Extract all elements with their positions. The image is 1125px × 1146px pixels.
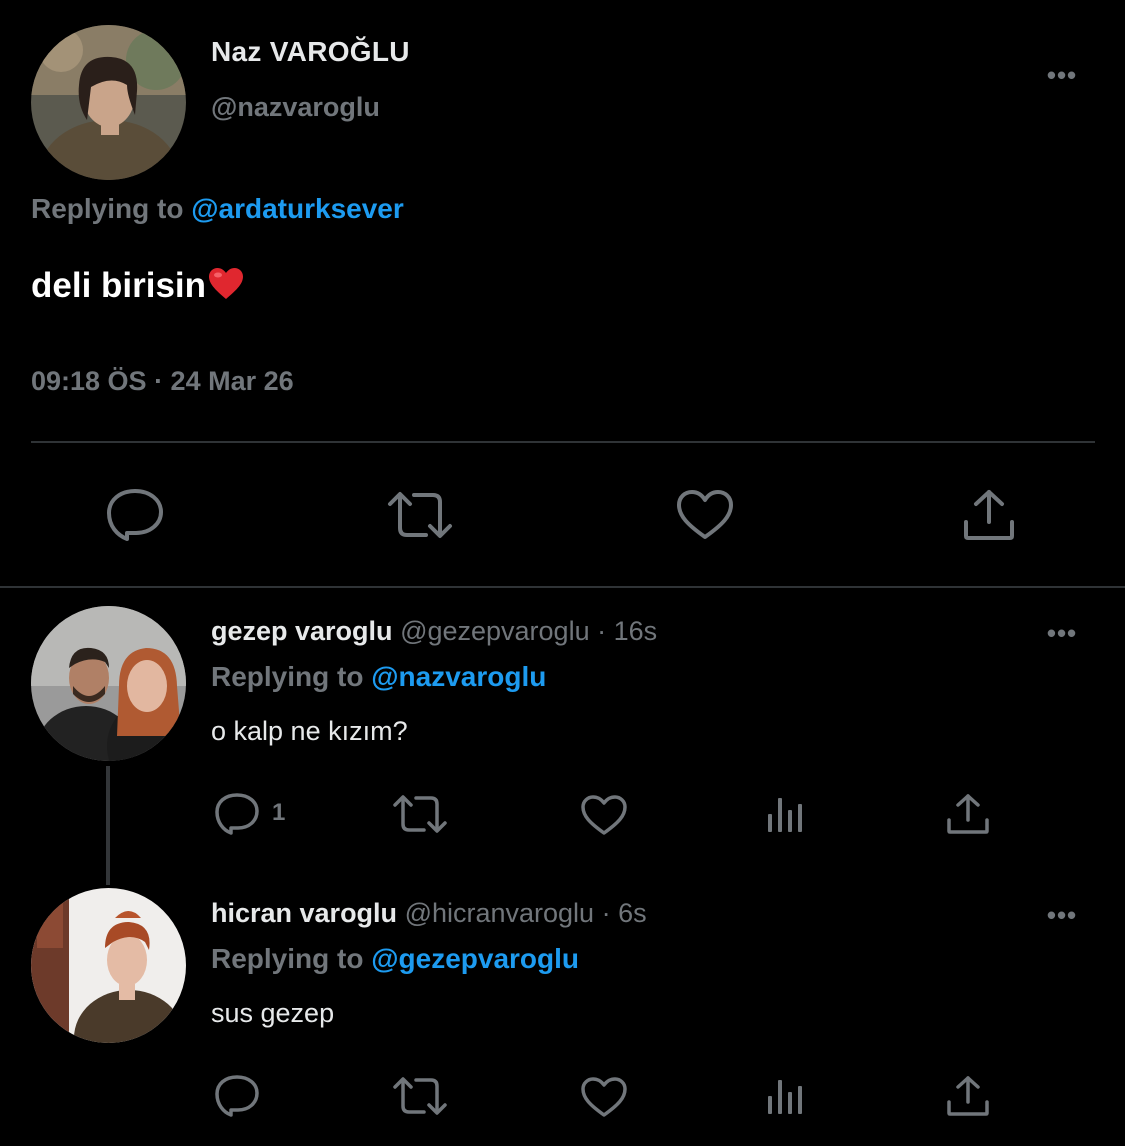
- avatar-gezep[interactable]: [31, 606, 186, 761]
- reply-author-name[interactable]: hicran varoglu: [211, 898, 397, 928]
- more-icon[interactable]: •••: [1042, 620, 1082, 646]
- analytics-icon[interactable]: [766, 796, 806, 834]
- section-divider: [0, 586, 1125, 588]
- replying-prefix: Replying to: [211, 661, 364, 692]
- replying-prefix: Replying to: [31, 193, 184, 224]
- share-icon[interactable]: [962, 488, 1016, 542]
- author-handle[interactable]: @nazvaroglu: [211, 92, 380, 123]
- reply-text: o kalp ne kızım?: [211, 716, 408, 746]
- tweet-text: deli birisin: [31, 266, 244, 310]
- replying-to-line: Replying to @gezepvaroglu: [211, 943, 579, 975]
- share-icon[interactable]: [946, 1075, 990, 1117]
- avatar-naz[interactable]: [31, 25, 186, 180]
- replying-prefix: Replying to: [211, 943, 364, 974]
- reply-icon[interactable]: [214, 1074, 260, 1118]
- share-icon[interactable]: [946, 793, 990, 835]
- analytics-icon[interactable]: [766, 1078, 806, 1116]
- like-icon[interactable]: [580, 1076, 628, 1118]
- thread-connector-line: [106, 766, 110, 885]
- replying-to-line: Replying to @nazvaroglu: [211, 661, 546, 693]
- separator-dot: ·: [594, 898, 619, 928]
- avatar-hicran[interactable]: [31, 888, 186, 1043]
- like-icon[interactable]: [580, 794, 628, 836]
- reply-header: hicran varoglu @hicranvaroglu · 6s: [211, 898, 647, 929]
- reply-count: 1: [272, 799, 286, 826]
- reply-text: sus gezep: [211, 998, 335, 1028]
- replying-mention-link[interactable]: @ardaturksever: [191, 193, 404, 224]
- retweet-icon[interactable]: [392, 794, 448, 834]
- reply-icon[interactable]: [106, 488, 164, 542]
- retweet-icon[interactable]: [386, 490, 454, 540]
- reply-author-handle[interactable]: @hicranvaroglu: [405, 898, 595, 928]
- more-icon[interactable]: •••: [1042, 62, 1082, 88]
- tweet-text-body: deli birisin: [31, 266, 207, 305]
- replying-to-line: Replying to @ardaturksever: [31, 193, 404, 225]
- reply-author-name[interactable]: gezep varoglu: [211, 616, 393, 646]
- like-icon[interactable]: [676, 489, 734, 541]
- reply-icon[interactable]: [214, 792, 260, 836]
- reply-header: gezep varoglu @gezepvaroglu · 16s: [211, 616, 657, 647]
- separator-dot: ·: [589, 616, 614, 646]
- replying-mention-link[interactable]: @nazvaroglu: [371, 661, 546, 692]
- more-icon[interactable]: •••: [1042, 902, 1082, 928]
- author-name[interactable]: Naz VAROĞLU: [211, 36, 410, 68]
- reply-time[interactable]: 6s: [618, 898, 647, 928]
- reply-time[interactable]: 16s: [614, 616, 658, 646]
- red-heart-icon: [208, 267, 244, 310]
- reply-author-handle[interactable]: @gezepvaroglu: [400, 616, 590, 646]
- retweet-icon[interactable]: [392, 1076, 448, 1116]
- replying-mention-link[interactable]: @gezepvaroglu: [371, 943, 579, 974]
- tweet-timestamp[interactable]: 09:18 ÖS · 24 Mar 26: [31, 366, 294, 397]
- divider: [31, 441, 1095, 443]
